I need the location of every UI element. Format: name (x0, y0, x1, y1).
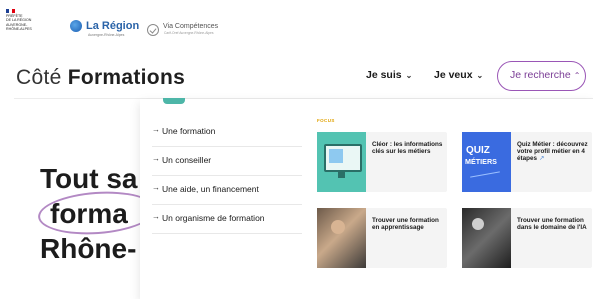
institutional-header: PRÉFÈTE DE LA RÉGION AUVERGNE- RHÔNE-ALP… (0, 0, 593, 46)
region-logo-icon[interactable] (70, 20, 82, 32)
menu-item-label: Une formation (162, 126, 216, 136)
focus-label: FOCUS (317, 118, 335, 123)
hero-title-line: Tout sa (40, 163, 138, 194)
site-logo[interactable]: Côté Formations (16, 66, 185, 90)
card-quiz-metier[interactable]: QUIZ MÉTIERS Quiz Métier : découvrez vot… (462, 132, 592, 192)
quiz-thumb-line1: QUIZ (466, 145, 490, 156)
prefet-logo[interactable]: PRÉFÈTE DE LA RÉGION AUVERGNE- RHÔNE-ALP… (6, 9, 50, 32)
menu-item-aide-financement[interactable]: → Une aide, un financement (152, 176, 302, 205)
chevron-down-icon: ⌄ (405, 71, 413, 80)
menu-item-organisme-formation[interactable]: → Un organisme de formation (152, 205, 302, 234)
via-competences-check-icon[interactable] (147, 24, 159, 36)
card-text: Quiz Métier : découvrez votre profil mét… (517, 141, 589, 163)
nav-label: Je recherche (510, 69, 571, 81)
region-brand[interactable]: La Région (86, 20, 139, 32)
dropdown-menu-list: → Une formation → Un conseiller → Une ai… (152, 118, 302, 234)
arrow-right-icon: → (152, 154, 160, 163)
card-title: Cléor : les informations clés sur les mé… (372, 141, 443, 156)
menu-item-label: Un conseiller (162, 155, 212, 165)
prefet-line: RHÔNE-ALPES (6, 27, 32, 32)
region-subtitle: Auvergne-Rhône-Alpes (88, 33, 125, 37)
menu-item-une-formation[interactable]: → Une formation (152, 118, 302, 147)
nav-je-veux[interactable]: Je veux ⌄ (434, 69, 483, 81)
french-flag-icon (6, 9, 15, 13)
chevron-up-icon: ⌃ (573, 71, 581, 80)
card-apprentissage[interactable]: Trouver une formation en apprentissage (317, 208, 447, 268)
quiz-thumb-line2: MÉTIERS (465, 157, 497, 166)
nav-label: Je veux (434, 69, 473, 81)
via-competences-brand[interactable]: Via Compétences (163, 23, 218, 30)
arrow-right-icon: → (152, 183, 160, 192)
ia-domain-photo (462, 208, 511, 268)
logo-word-cote: Côté (16, 66, 62, 89)
arrow-right-icon: → (152, 125, 160, 134)
card-title: Trouver une formation dans le domaine de… (517, 217, 587, 232)
monitor-illustration-icon (317, 132, 366, 192)
card-title: Quiz Métier : découvrez votre profil mét… (517, 141, 588, 163)
hero-title-line: Rhône- (40, 233, 137, 264)
nav-je-recherche[interactable]: Je recherche ⌃ (497, 61, 586, 91)
menu-item-un-conseiller[interactable]: → Un conseiller (152, 147, 302, 176)
card-title: Trouver une formation en apprentissage (372, 217, 439, 232)
menu-item-label: Une aide, un financement (162, 184, 259, 194)
quiz-metiers-thumbnail: QUIZ MÉTIERS (462, 132, 511, 192)
via-competences-subtitle: Carif-Oref Auvergne-Rhône-Alpes (164, 31, 214, 35)
dropdown-accent-tab (163, 98, 185, 104)
nav-label: Je suis (366, 69, 402, 81)
apprentices-photo (317, 208, 366, 268)
external-link-icon: ↗ (538, 155, 545, 163)
logo-word-formations: Formations (67, 66, 186, 89)
nav-je-suis[interactable]: Je suis ⌄ (366, 69, 412, 81)
card-cleor[interactable]: Cléor : les informations clés sur les mé… (317, 132, 447, 192)
chevron-down-icon: ⌄ (476, 71, 484, 80)
menu-item-label: Un organisme de formation (162, 213, 265, 223)
arrow-right-icon: → (152, 212, 160, 221)
card-ia[interactable]: Trouver une formation dans le domaine de… (462, 208, 592, 268)
